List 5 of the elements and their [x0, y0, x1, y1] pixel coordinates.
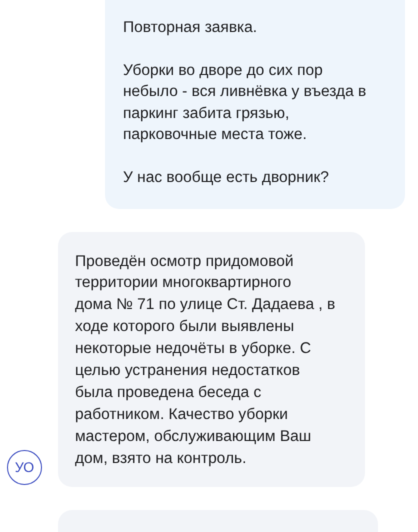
- message-text: У нас вообще есть дворник?: [123, 168, 330, 188]
- message-text: Повторная заявка.: [123, 18, 258, 38]
- avatar[interactable]: УО: [7, 450, 42, 485]
- message-text: Проведён осмотр придомовой территории многоквартирного дома № 71 по улице Ст. Дадаева , в ходе которого были выявлены некоторые недочёты в уборке. С целью устранения недостатков была проведена беседа с работником. Качество уборки мастером, обслуживающим Ваш дом, взято на контроль.: [75, 252, 336, 469]
- message-text: Уборки во дворе до сих пор небыло - вся ливнёвка у въезда в паркинг забита грязью, парковочные места тоже.: [123, 60, 368, 146]
